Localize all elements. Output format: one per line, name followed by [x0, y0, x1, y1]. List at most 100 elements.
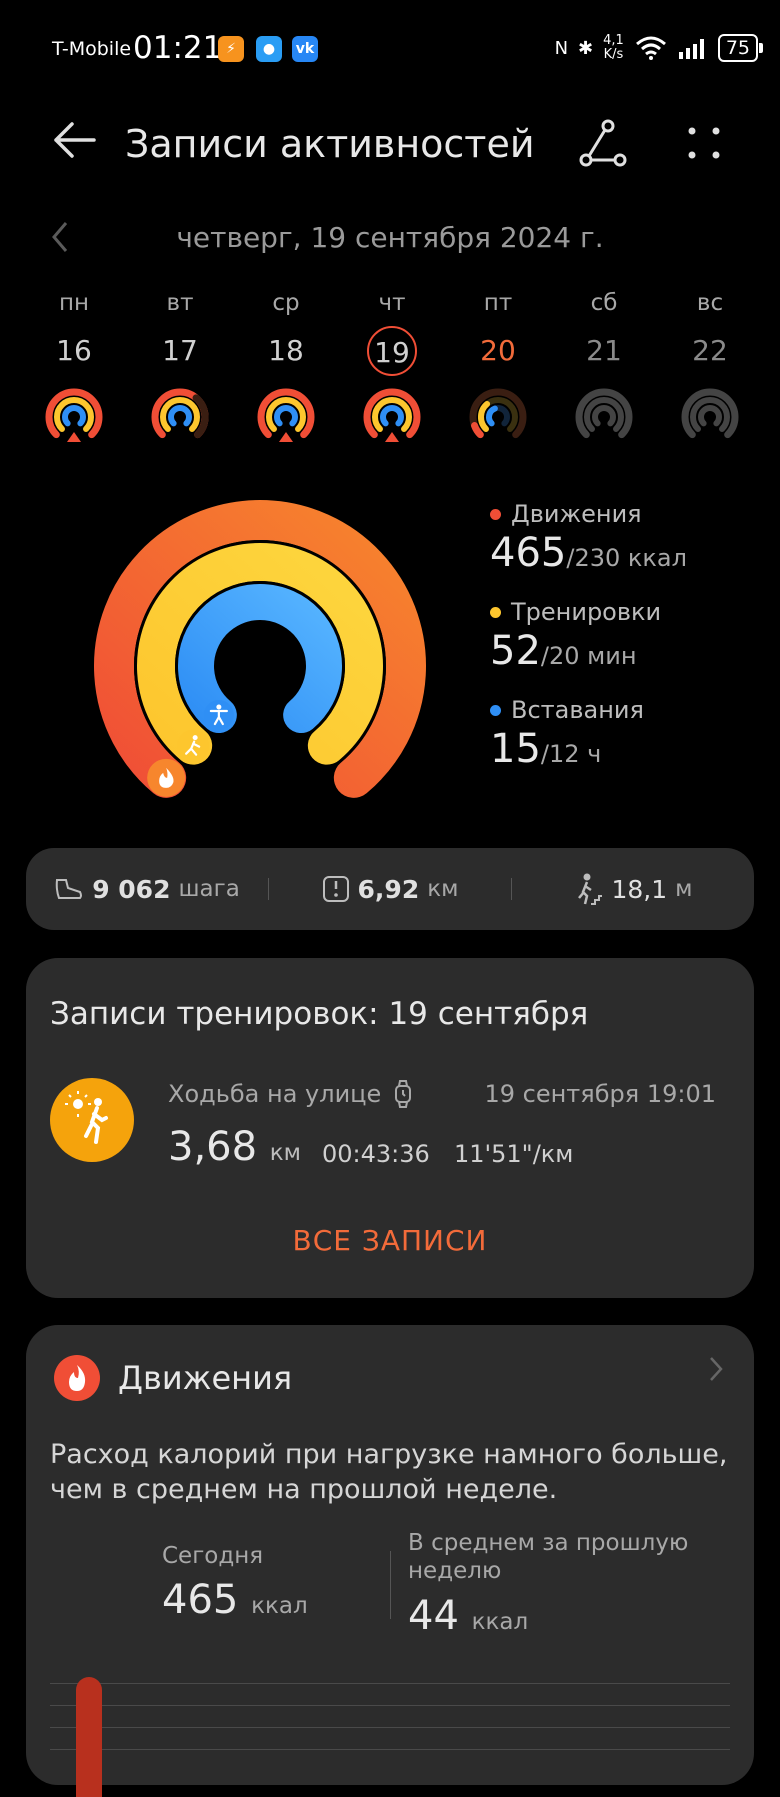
net-speed-unit: K/s — [603, 47, 624, 62]
day-name: пт — [483, 290, 513, 316]
stand-label: Вставания — [511, 696, 644, 724]
distance-value: 6,92 — [357, 874, 420, 904]
day-18[interactable]: ср 18 — [234, 290, 338, 446]
flame-icon — [54, 1355, 100, 1401]
workout-name: Ходьба на улице — [168, 1080, 382, 1108]
day-number: 20 — [480, 334, 516, 367]
day-number: 18 — [268, 334, 304, 367]
system-icons: N ✱ 4,1 K/s 75 — [554, 34, 764, 62]
workout-records-card: Записи тренировок: 19 сентября Ходьба на… — [26, 958, 754, 1298]
app-notification-icon: ⚡ — [218, 36, 244, 62]
wifi-icon — [635, 36, 666, 60]
stand-goal: /12 ч — [540, 740, 602, 768]
move-card-message: Расход калорий при нагрузке намного боль… — [50, 1439, 728, 1505]
day-20[interactable]: пт 20 — [446, 290, 550, 446]
day-rings — [45, 388, 103, 442]
day-name: сб — [590, 290, 618, 316]
distance-unit: км — [427, 876, 459, 902]
outdoor-walk-icon — [50, 1078, 134, 1162]
more-button[interactable] — [686, 125, 722, 165]
clock: 01:21 — [133, 30, 223, 66]
legend-move: Движения 465/230 ккал — [490, 500, 687, 576]
day-rings — [575, 388, 633, 439]
day-rings — [681, 388, 739, 439]
distance-icon — [322, 876, 349, 902]
steps-unit: шага — [178, 876, 240, 902]
move-goal: /230 ккал — [566, 544, 687, 572]
signal-icon — [678, 39, 704, 59]
route-icon — [579, 119, 627, 167]
workout-duration: 00:43:36 — [322, 1140, 430, 1168]
chart-gridline — [50, 1727, 730, 1728]
arrow-left-icon — [54, 122, 96, 158]
vk-notification-icon: vk — [292, 36, 318, 62]
bluetooth-icon: ✱ — [578, 37, 594, 59]
climb-unit: м — [675, 876, 693, 902]
day-number: 17 — [162, 334, 198, 367]
move-dot — [490, 508, 501, 520]
day-22[interactable]: вс 22 — [658, 290, 762, 446]
workout-distance-unit: км — [269, 1140, 302, 1166]
chart-gridline — [50, 1683, 730, 1684]
rings-legend: Движения 465/230 ккал Тренировки 52/20 м… — [490, 500, 687, 794]
today-label: Сегодня — [162, 1543, 264, 1569]
day-name: чт — [378, 290, 406, 316]
move-card-title: Движения — [118, 1359, 293, 1397]
more-dots-icon — [688, 127, 720, 159]
stairs-climb-icon — [578, 873, 603, 905]
current-date: четверг, 19 сентября 2024 г. — [176, 221, 604, 254]
legend-exercise: Тренировки 52/20 мин — [490, 598, 687, 674]
chart-gridline — [50, 1749, 730, 1750]
average-unit: ккал — [471, 1609, 529, 1635]
day-rings — [469, 388, 527, 439]
today-value: 465 ккал — [162, 1577, 308, 1623]
day-name: вт — [166, 290, 194, 316]
climb-stat: 18,1 м — [512, 872, 754, 906]
day-17[interactable]: вт 17 — [128, 290, 232, 446]
day-19[interactable]: чт 19 — [340, 290, 444, 446]
steps-stat: 9 062 шага — [26, 875, 268, 904]
divider — [390, 1551, 391, 1619]
battery-indicator: 75 — [717, 34, 764, 62]
net-speed: 4,1 K/s — [603, 34, 624, 62]
today-calorie-bar — [76, 1677, 102, 1797]
day-number: 21 — [586, 334, 622, 367]
steps-value: 9 062 — [92, 874, 171, 904]
chart-gridline — [50, 1705, 730, 1706]
page-title: Записи активностей — [125, 122, 535, 166]
stand-value: 15 — [490, 726, 541, 772]
day-16[interactable]: пн 16 — [22, 290, 126, 446]
nfc-icon: N — [554, 37, 569, 59]
workout-pace: 11'51"/км — [454, 1140, 574, 1168]
average-label: В среднем за прошлую неделю — [408, 1530, 689, 1584]
move-card[interactable]: Движения Расход калорий при нагрузке нам… — [26, 1325, 754, 1797]
today-unit: ккал — [251, 1593, 308, 1619]
route-button[interactable] — [578, 118, 628, 172]
watch-icon — [395, 1080, 412, 1108]
exercise-value: 52 — [490, 628, 541, 674]
day-name: ср — [272, 290, 300, 316]
day-rings — [257, 388, 315, 442]
workout-distance: 3,68 км — [168, 1124, 301, 1170]
day-21[interactable]: сб 21 — [552, 290, 656, 446]
climb-value: 18,1 — [611, 874, 668, 904]
workout-datetime: 19 сентября 19:01 — [484, 1080, 716, 1108]
day-name: пн — [58, 290, 90, 316]
all-records-button[interactable]: ВСЕ ЗАПИСИ — [26, 1224, 754, 1257]
shoe-icon — [55, 879, 83, 899]
messenger-notification-icon: ● — [256, 36, 282, 62]
today-number: 465 — [162, 1577, 239, 1623]
exercise-label: Тренировки — [511, 598, 662, 626]
workout-item[interactable]: Ходьба на улице — [168, 1080, 413, 1108]
back-button[interactable] — [50, 120, 98, 164]
week-strip: пн 16 вт 17 ср 18 чт 19 пт 20 сб 21 вс 22 — [22, 290, 762, 446]
day-number: 19 — [367, 326, 417, 376]
activity-rings — [91, 497, 429, 801]
chevron-right-icon[interactable] — [708, 1355, 724, 1391]
exercise-dot — [490, 606, 501, 618]
status-bar: T-Mobile 01:21 ⚡ ● vk N ✱ 4,1 K/s 75 — [0, 30, 780, 70]
day-rings — [151, 388, 209, 439]
daily-stats-bar[interactable]: 9 062 шага 6,92 км 18,1 м — [26, 848, 754, 930]
stand-dot — [490, 704, 501, 716]
workout-records-title: Записи тренировок: 19 сентября — [50, 996, 589, 1032]
